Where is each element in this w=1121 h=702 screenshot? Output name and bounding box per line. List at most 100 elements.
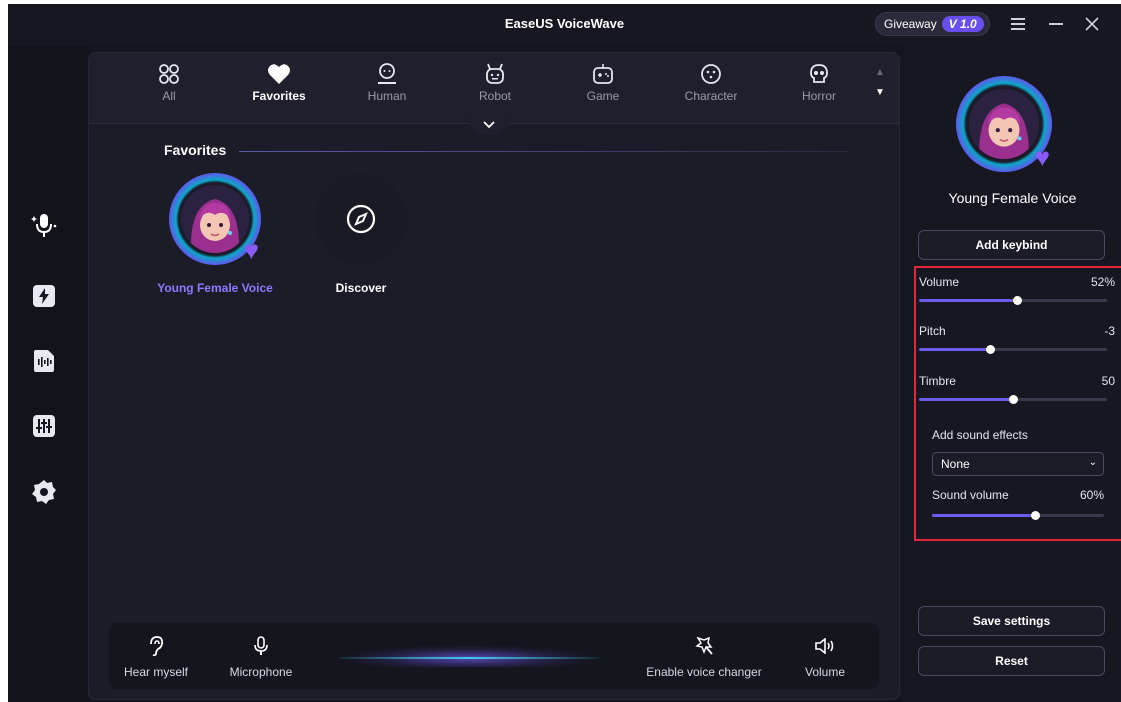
sound-volume-label: Sound volume: [932, 488, 1009, 502]
sound-volume-slider-fill: [932, 514, 1036, 517]
selected-voice-name: Young Female Voice: [948, 190, 1077, 206]
skull-icon: [810, 64, 828, 83]
bottom-control-bar: Hear myself Microphone Enable voice chan…: [109, 623, 879, 689]
category-tabs: All Favorites Human Robot Game Character…: [89, 53, 899, 124]
minimize-icon[interactable]: [1044, 12, 1068, 36]
volume-setting-value: 52%: [1090, 275, 1115, 289]
tab-label: All: [162, 89, 176, 103]
volume-slider[interactable]: [919, 296, 1107, 305]
pitch-setting-label: Pitch: [919, 324, 946, 338]
microphone-icon: [254, 636, 268, 655]
chevron-down-icon: [483, 121, 495, 129]
voice-avatar: ♥: [169, 173, 261, 265]
add-keybind-button[interactable]: Add keybind: [918, 230, 1105, 260]
timbre-slider-fill: [919, 398, 1013, 401]
microphone-sparkle-icon: [31, 214, 57, 237]
sidebar-item-equalizer[interactable]: [28, 410, 60, 442]
sound-volume-slider[interactable]: [932, 511, 1104, 520]
microphone-label: Microphone: [229, 665, 293, 679]
audio-waveform-line: [339, 657, 599, 659]
save-settings-button[interactable]: Save settings: [918, 606, 1105, 636]
pitch-setting-value: -3: [1104, 324, 1115, 338]
timbre-setting-label: Timbre: [919, 374, 956, 388]
sidebar-item-audio-file[interactable]: [28, 345, 60, 377]
version-badge: V 1.0: [941, 16, 984, 32]
tab-label: Human: [367, 89, 407, 103]
tab-robot[interactable]: Robot: [460, 59, 530, 103]
menu-icon[interactable]: [1006, 12, 1030, 36]
tab-label: Robot: [478, 89, 512, 103]
microphone-button[interactable]: Microphone: [221, 633, 301, 679]
pitch-slider-fill: [919, 348, 991, 351]
favorite-heart-icon[interactable]: ♥: [1035, 144, 1050, 170]
enable-voice-changer-button[interactable]: Enable voice changer: [639, 633, 769, 679]
sidebar-item-settings[interactable]: [28, 476, 60, 508]
tab-label: Horror: [801, 89, 836, 103]
selected-voice-avatar: ♥: [956, 76, 1052, 172]
sound-effects-select[interactable]: None ⌄: [932, 452, 1104, 476]
volume-label: Volume: [804, 665, 846, 679]
chevron-down-icon: ⌄: [1088, 457, 1097, 468]
robot-icon: [486, 63, 504, 84]
hear-myself-button[interactable]: Hear myself: [121, 633, 191, 679]
compass-icon: [346, 204, 376, 234]
pitch-slider[interactable]: [919, 345, 1107, 354]
tab-human[interactable]: Human: [352, 59, 422, 103]
tab-label: Favorites: [252, 89, 306, 103]
volume-setting-label: Volume: [919, 275, 960, 289]
tab-favorites[interactable]: Favorites: [244, 59, 314, 103]
volume-button[interactable]: Volume: [795, 633, 855, 679]
audio-file-icon: [34, 350, 54, 372]
grid-icon: [159, 64, 179, 84]
timbre-slider[interactable]: [919, 395, 1107, 404]
pitch-slider-knob[interactable]: [986, 345, 996, 354]
app-window: EaseUS VoiceWave Giveaway V 1.0 All Favo…: [8, 4, 1121, 702]
tab-all[interactable]: All: [134, 59, 204, 103]
sound-volume-value: 60%: [1079, 488, 1104, 502]
volume-slider-fill: [919, 299, 1017, 302]
heart-icon: [268, 64, 290, 84]
tab-character[interactable]: Character: [676, 59, 746, 103]
tab-game[interactable]: Game: [568, 59, 638, 103]
title-bar: EaseUS VoiceWave Giveaway V 1.0: [8, 4, 1121, 46]
close-icon[interactable]: [1080, 12, 1104, 36]
ear-icon: [150, 636, 164, 656]
expand-categories-button[interactable]: [467, 115, 511, 135]
sound-effects-selected: None: [941, 457, 970, 471]
discover-label: Discover: [335, 281, 387, 295]
sidebar-item-voice-changer[interactable]: [28, 209, 60, 241]
audio-waveform-glow: [339, 645, 599, 667]
female-avatar-icon: [969, 89, 1039, 159]
main-content: All Favorites Human Robot Game Character…: [88, 52, 900, 700]
tab-horror[interactable]: Horror: [784, 59, 854, 103]
timbre-slider-knob[interactable]: [1009, 395, 1018, 404]
voice-adjustments-box: Volume 52% Pitch -3 Timbre 50 Add sound …: [914, 266, 1121, 541]
reset-button[interactable]: Reset: [918, 646, 1105, 676]
giveaway-label: Giveaway: [884, 17, 937, 31]
tab-scroll-controls: ▲ ▼: [875, 63, 885, 103]
timbre-setting-value: 50: [1101, 374, 1115, 388]
discover-card[interactable]: Discover: [291, 173, 431, 295]
volume-slider-knob[interactable]: [1012, 296, 1022, 305]
gamepad-icon: [593, 64, 613, 84]
speaker-icon: [815, 638, 834, 654]
magic-wand-icon: [695, 637, 713, 655]
person-icon: [378, 63, 396, 84]
section-title: Favorites: [164, 142, 227, 158]
scroll-up-icon[interactable]: ▲: [875, 63, 885, 83]
sidebar-item-soundboard[interactable]: [28, 280, 60, 312]
scroll-down-icon[interactable]: ▼: [875, 83, 885, 103]
giveaway-button[interactable]: Giveaway V 1.0: [875, 12, 990, 36]
favorite-heart-icon: ♥: [243, 235, 259, 265]
character-icon: [701, 64, 721, 84]
sound-volume-slider-knob[interactable]: [1031, 511, 1041, 520]
hear-myself-label: Hear myself: [123, 665, 188, 679]
sidebar: [8, 46, 88, 702]
voice-card-label: Young Female Voice: [157, 281, 273, 295]
tab-label: Game: [586, 89, 620, 103]
voice-card-young-female[interactable]: ♥ Young Female Voice: [145, 173, 285, 295]
gear-icon: [32, 480, 56, 504]
female-avatar-icon: [181, 185, 249, 253]
sound-effects-label: Add sound effects: [932, 428, 1028, 442]
section-divider: [239, 151, 849, 152]
